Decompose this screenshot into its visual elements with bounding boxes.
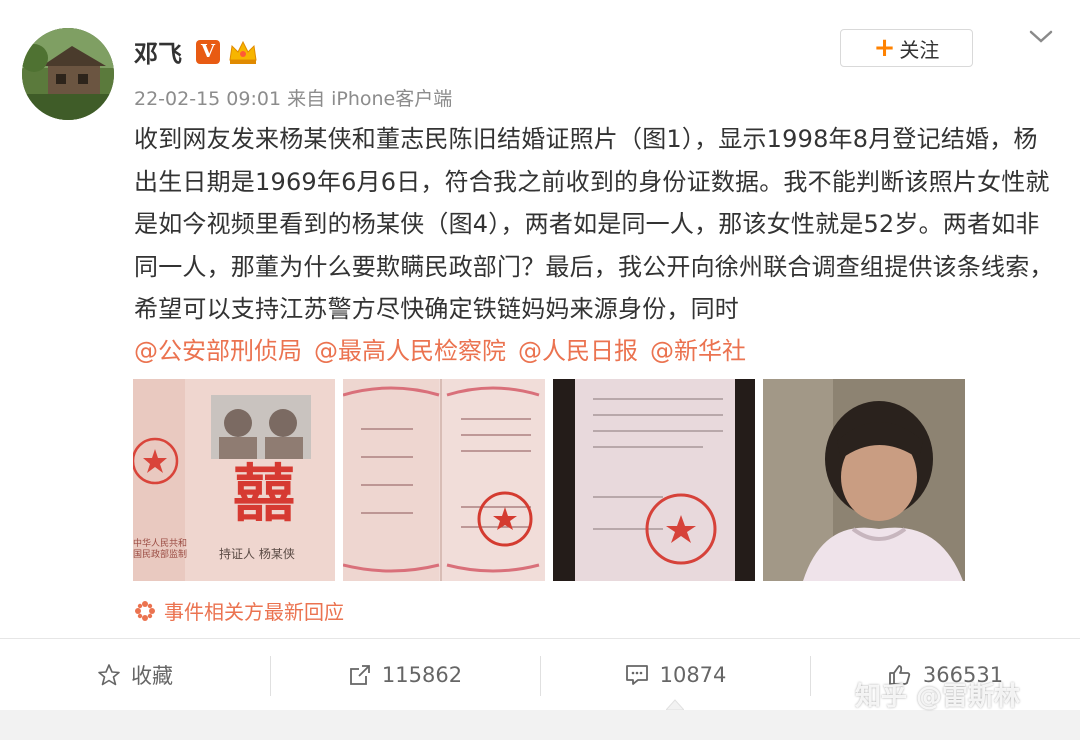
mentions: @公安部刑侦局 @最高人民检察院 @人民日报 @新华社 [134,330,746,372]
pointer-notch [666,699,684,710]
photo-grid: 囍 持证人 杨某侠 中华人民共和国民政部监制 [133,379,965,581]
photo-1-signature: 持证人 杨某侠 [219,547,295,561]
follow-button[interactable]: + 关注 [840,29,973,67]
username[interactable]: 邓飞 [134,34,182,69]
chevron-down-icon[interactable] [1027,26,1055,48]
watermark: 知乎 @雷斯林 [855,682,1021,712]
repost-count: 115862 [381,663,463,687]
event-link-label: 事件相关方最新回应 [164,600,344,624]
woman-photo-image [763,379,965,581]
mention-link[interactable]: @最高人民检察院 [314,330,506,372]
photo-3[interactable] [553,379,755,581]
certificate-page-image [343,379,545,581]
divider [0,638,1080,639]
mention-link[interactable]: @人民日报 [518,330,638,372]
event-link[interactable]: 事件相关方最新回应 [134,596,344,625]
mention-link[interactable]: @公安部刑侦局 [134,330,302,372]
favorite-button[interactable]: 收藏 [0,640,270,710]
share-icon [350,665,370,685]
comment-count: 10874 [659,663,727,687]
post-content: 收到网友发来杨某侠和董志民陈旧结婚证照片（图1），显示1998年8月登记结婚，杨… [134,125,1054,323]
crown-icon [229,40,257,64]
post-meta: 22-02-15 09:01 来自 iPhone客户端 [134,88,453,110]
certificate-closeup-image [553,379,755,581]
photo-4[interactable] [763,379,965,581]
favorite-label: 收藏 [131,664,173,688]
mention-link[interactable]: @新华社 [650,330,746,372]
photo-1-side-text: 中华人民共和国民政部监制 [133,539,188,560]
avatar[interactable] [22,28,114,120]
star-icon [98,664,120,686]
flower-icon [135,600,155,621]
follow-label: 关注 [899,37,940,62]
plus-icon: + [873,33,896,63]
double-happiness-stamp: 囍 [233,457,296,530]
verified-badge-icon: V [196,40,220,64]
comment-icon [625,665,648,685]
repost-button[interactable]: 115862 [270,640,540,710]
photo-2[interactable] [343,379,545,581]
photo-1[interactable]: 囍 持证人 杨某侠 中华人民共和国民政部监制 [133,379,335,581]
bottom-bar [0,710,1080,740]
